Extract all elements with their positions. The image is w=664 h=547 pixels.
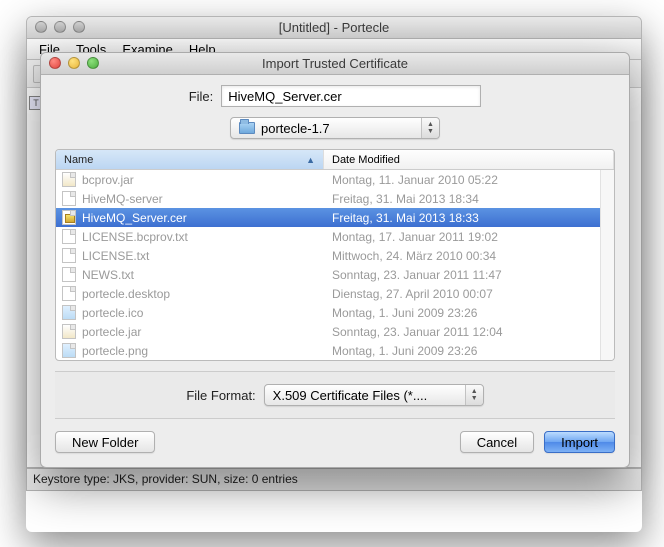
file-date: Montag, 11. Januar 2010 05:22 xyxy=(324,173,600,187)
file-date: Dienstag, 27. April 2010 00:07 xyxy=(324,287,600,301)
dialog-title: Import Trusted Certificate xyxy=(262,56,408,71)
format-panel: File Format: X.509 Certificate Files (*.… xyxy=(55,371,615,419)
minimize-icon[interactable] xyxy=(68,57,80,69)
file-row[interactable]: LICENSE.bcprov.txt Montag, 17. Januar 201… xyxy=(56,227,600,246)
file-row[interactable]: LICENSE.txt Mittwoch, 24. März 2010 00:34 xyxy=(56,246,600,265)
zoom-icon[interactable] xyxy=(87,57,99,69)
main-title: [Untitled] - Portecle xyxy=(279,20,390,35)
file-date: Montag, 1. Juni 2009 23:26 xyxy=(324,306,600,320)
close-icon[interactable] xyxy=(49,57,61,69)
file-date: Mittwoch, 24. März 2010 00:34 xyxy=(324,249,600,263)
file-icon xyxy=(62,324,76,339)
file-row[interactable]: portecle.ico Montag, 1. Juni 2009 23:26 xyxy=(56,303,600,322)
file-icon xyxy=(62,210,76,225)
file-name: bcprov.jar xyxy=(82,173,134,187)
scrollbar[interactable] xyxy=(600,170,614,360)
folder-popup-label: portecle-1.7 xyxy=(261,121,330,136)
column-name[interactable]: Name ▲ xyxy=(56,150,324,169)
file-row[interactable]: portecle.png Montag, 1. Juni 2009 23:26 xyxy=(56,341,600,360)
file-icon xyxy=(62,286,76,301)
file-date: Sonntag, 23. Januar 2011 11:47 xyxy=(324,268,600,282)
minimize-icon[interactable] xyxy=(54,21,66,33)
file-row[interactable]: portecle.jar Sonntag, 23. Januar 2011 12:… xyxy=(56,322,600,341)
file-icon xyxy=(62,191,76,206)
file-date: Sonntag, 23. Januar 2011 12:04 xyxy=(324,325,600,339)
cancel-button[interactable]: Cancel xyxy=(460,431,534,453)
chevron-updown-icon: ▲▼ xyxy=(465,385,483,405)
file-icon xyxy=(62,267,76,282)
file-row[interactable]: NEWS.txt Sonntag, 23. Januar 2011 11:47 xyxy=(56,265,600,284)
new-folder-button[interactable]: New Folder xyxy=(55,431,155,453)
file-icon xyxy=(62,248,76,263)
file-name: portecle.png xyxy=(82,344,148,358)
file-label: File: xyxy=(189,89,214,104)
column-date-modified[interactable]: Date Modified xyxy=(324,150,614,169)
main-titlebar: [Untitled] - Portecle xyxy=(27,17,641,39)
dialog-titlebar: Import Trusted Certificate xyxy=(41,53,629,75)
file-format-popup[interactable]: X.509 Certificate Files (*.... ▲▼ xyxy=(264,384,484,406)
status-bar: Keystore type: JKS, provider: SUN, size:… xyxy=(27,468,641,490)
file-date: Montag, 1. Juni 2009 23:26 xyxy=(324,344,600,358)
file-input[interactable] xyxy=(221,85,481,107)
file-name: portecle.ico xyxy=(82,306,143,320)
folder-popup[interactable]: portecle-1.7 ▲▼ xyxy=(230,117,440,139)
file-row[interactable]: portecle.desktop Dienstag, 27. April 2010… xyxy=(56,284,600,303)
file-list[interactable]: bcprov.jar Montag, 11. Januar 2010 05:22 H… xyxy=(56,170,600,360)
file-row[interactable]: HiveMQ_Server.cer Freitag, 31. Mai 2013 1… xyxy=(56,208,600,227)
import-dialog: Import Trusted Certificate File: portecl… xyxy=(40,52,630,468)
import-button[interactable]: Import xyxy=(544,431,615,453)
file-icon xyxy=(62,172,76,187)
format-label: File Format: xyxy=(186,388,255,403)
file-date: Freitag, 31. Mai 2013 18:34 xyxy=(324,192,600,206)
file-name: LICENSE.txt xyxy=(82,249,149,263)
file-name: HiveMQ-server xyxy=(82,192,163,206)
file-name: LICENSE.bcprov.txt xyxy=(82,230,188,244)
file-row[interactable]: bcprov.jar Montag, 11. Januar 2010 05:22 xyxy=(56,170,600,189)
file-name: NEWS.txt xyxy=(82,268,134,282)
sort-asc-icon: ▲ xyxy=(306,155,315,165)
close-icon[interactable] xyxy=(35,21,47,33)
file-icon xyxy=(62,305,76,320)
file-icon xyxy=(62,343,76,358)
file-format-value: X.509 Certificate Files (*.... xyxy=(273,388,428,403)
chevron-updown-icon: ▲▼ xyxy=(421,118,439,138)
file-name: portecle.jar xyxy=(82,325,141,339)
file-date: Montag, 17. Januar 2011 19:02 xyxy=(324,230,600,244)
folder-icon xyxy=(239,122,255,134)
file-date: Freitag, 31. Mai 2013 18:33 xyxy=(324,211,600,225)
file-browser: Name ▲ Date Modified bcprov.jar Montag, 1… xyxy=(55,149,615,361)
zoom-icon[interactable] xyxy=(73,21,85,33)
file-name: HiveMQ_Server.cer xyxy=(82,211,187,225)
file-row[interactable]: HiveMQ-server Freitag, 31. Mai 2013 18:34 xyxy=(56,189,600,208)
file-name: portecle.desktop xyxy=(82,287,170,301)
file-icon xyxy=(62,229,76,244)
